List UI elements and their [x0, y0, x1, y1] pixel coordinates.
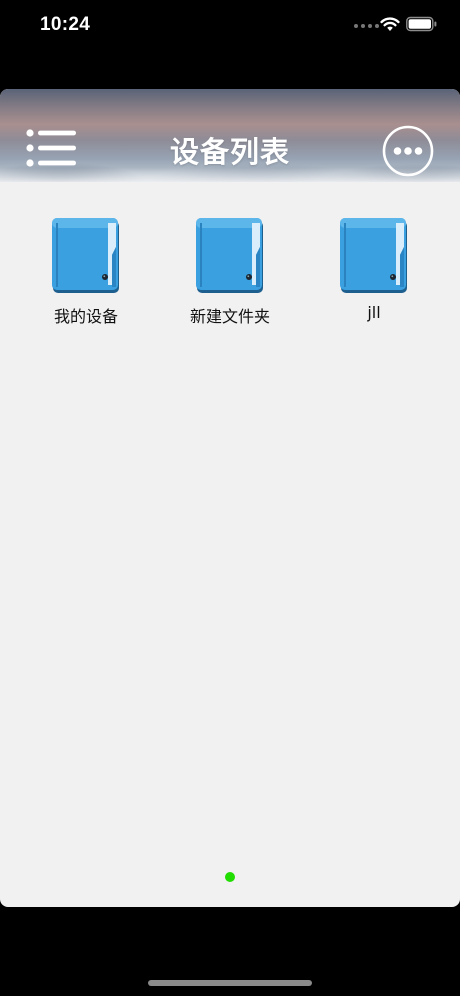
- folder-icon: [52, 218, 119, 293]
- status-bar: 10:24: [0, 0, 460, 52]
- home-indicator[interactable]: [148, 980, 312, 986]
- battery-icon: [406, 16, 437, 32]
- wifi-icon: [380, 17, 400, 31]
- folder-icon: [340, 218, 407, 293]
- folder-item-jll[interactable]: jll: [314, 215, 434, 322]
- app-card: 设备列表 我的设备 新建文件夹 jll: [0, 89, 460, 907]
- folder-icon: [196, 218, 263, 293]
- folder-item-new-folder[interactable]: 新建文件夹: [170, 215, 290, 327]
- status-time: 10:24: [40, 14, 91, 35]
- page-indicator-dot[interactable]: [225, 872, 235, 882]
- cellular-signal-icon: [354, 24, 379, 28]
- header-bar: 设备列表: [0, 89, 460, 182]
- folder-label: jll: [367, 303, 381, 322]
- folder-item-my-devices[interactable]: 我的设备: [26, 215, 146, 327]
- folder-label: 新建文件夹: [189, 307, 270, 326]
- phone-screen: 10:24 设备列表 我的设备 新建文件夹 jll: [0, 0, 460, 996]
- more-options-icon[interactable]: [382, 125, 434, 177]
- folder-label: 我的设备: [53, 307, 118, 326]
